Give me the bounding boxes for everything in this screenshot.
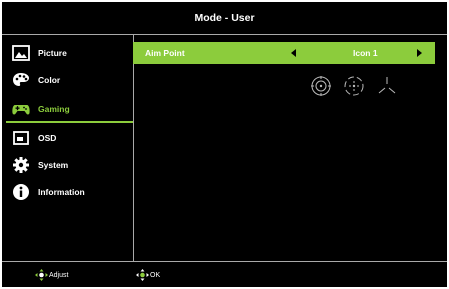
- sidebar-divider: [133, 35, 134, 261]
- title-bar: Mode - User: [2, 2, 447, 34]
- menu-item-label: Color: [38, 74, 61, 85]
- footer-adjust: Adjust: [35, 269, 68, 281]
- info-icon: [12, 183, 30, 201]
- palette-icon: [12, 71, 30, 89]
- menu-item-label: System: [38, 159, 69, 170]
- arrow-left-icon[interactable]: [291, 49, 296, 57]
- aim-point-value: Icon 1: [353, 48, 378, 58]
- osd-icon: [12, 129, 30, 147]
- dpad-adjust-icon: [35, 269, 48, 281]
- footer-ok-label: OK: [150, 271, 161, 279]
- crosshair-dashed-icon[interactable]: [343, 75, 365, 97]
- footer-adjust-label: Adjust: [49, 271, 69, 279]
- dpad-ok-icon: [136, 269, 149, 281]
- menu-item-label: OSD: [38, 132, 57, 143]
- menu-item-osd[interactable]: OSD: [6, 124, 133, 151]
- menu-item-label: Picture: [38, 47, 67, 58]
- crosshair-tri-icon[interactable]: [376, 75, 398, 97]
- footer-divider: [2, 261, 447, 262]
- footer-ok: OK: [136, 269, 160, 281]
- menu-item-system[interactable]: System: [6, 151, 133, 178]
- menu-item-gaming[interactable]: Gaming: [6, 95, 133, 123]
- aim-point-row[interactable]: Aim Point Icon 1: [133, 42, 435, 64]
- menu-item-color[interactable]: Color: [6, 66, 133, 93]
- menu-item-information[interactable]: Information: [6, 178, 133, 205]
- picture-icon: [12, 44, 30, 62]
- gamepad-icon: [12, 100, 30, 118]
- menu-item-label: Gaming: [38, 103, 70, 114]
- menu-item-label: Information: [38, 186, 85, 197]
- aim-point-label: Aim Point: [145, 48, 185, 58]
- arrow-right-icon[interactable]: [417, 49, 422, 57]
- crosshair-circle-icon[interactable]: [310, 75, 332, 97]
- page-title: Mode - User: [194, 12, 255, 24]
- gear-icon: [12, 156, 30, 174]
- menu-item-picture[interactable]: Picture: [6, 39, 133, 66]
- osd-menu: Mode - User Picture Color Gaming OSD Sys…: [2, 2, 447, 287]
- title-divider: [2, 34, 447, 35]
- active-indicator: [6, 121, 133, 123]
